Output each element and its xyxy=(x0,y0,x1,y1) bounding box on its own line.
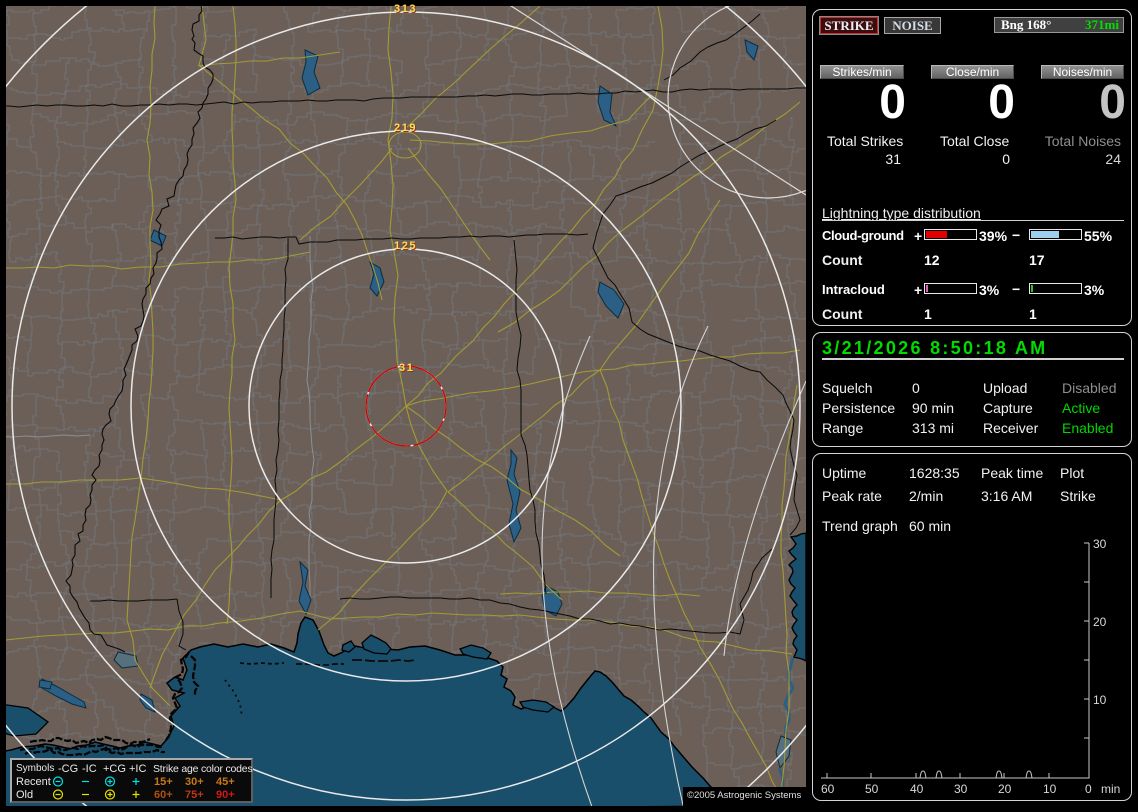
svg-text:40: 40 xyxy=(910,782,924,796)
svg-text:30: 30 xyxy=(1093,537,1107,551)
svg-text:0: 0 xyxy=(1085,782,1092,796)
svg-text:20: 20 xyxy=(1093,615,1107,629)
svg-text:10: 10 xyxy=(1093,693,1107,707)
svg-text:20: 20 xyxy=(998,782,1012,796)
svg-text:30: 30 xyxy=(954,782,968,796)
svg-text:60: 60 xyxy=(821,782,835,796)
svg-text:50: 50 xyxy=(865,782,879,796)
svg-text:10: 10 xyxy=(1043,782,1057,796)
svg-text:min: min xyxy=(1101,782,1120,796)
